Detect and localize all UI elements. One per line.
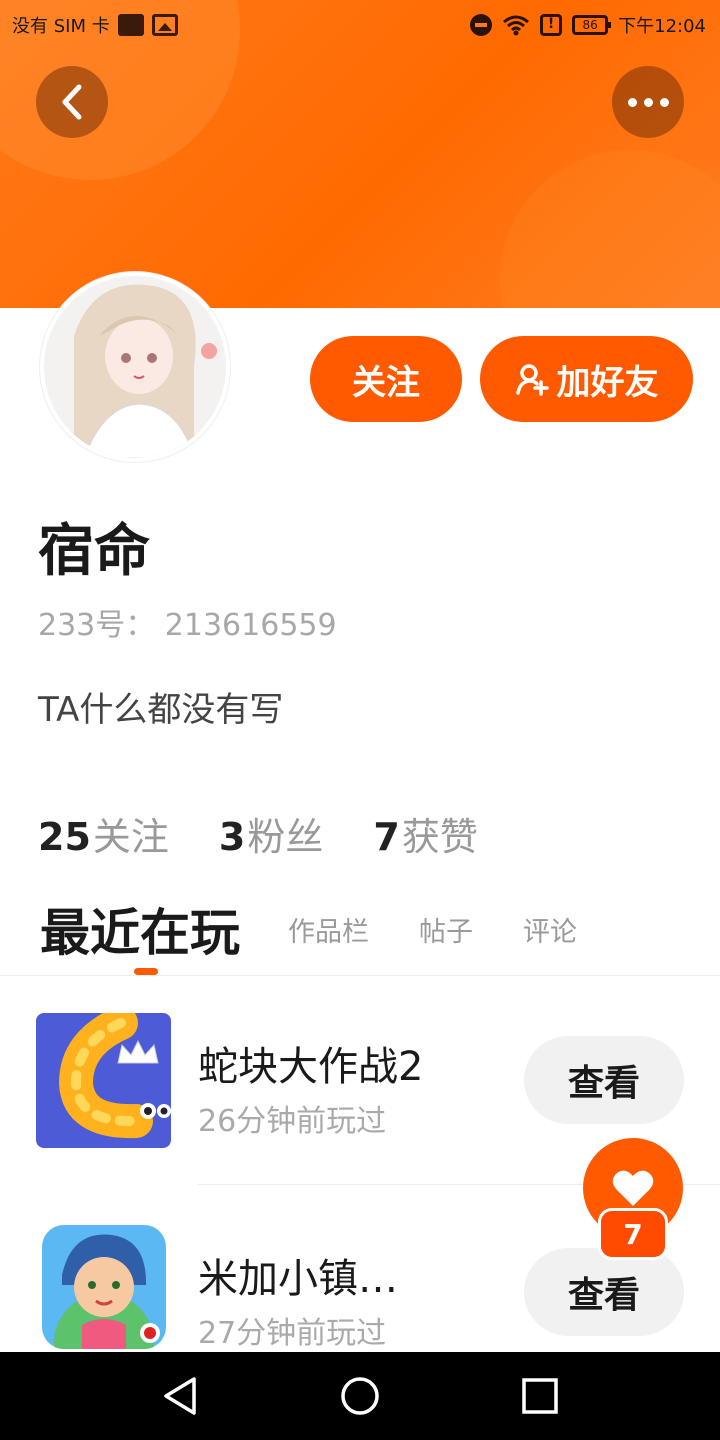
battery-icon: 86 — [572, 15, 612, 35]
status-bar: 没有 SIM 卡 ! 86 下午12:04 — [0, 0, 720, 50]
clock-text: 下午12:04 — [618, 16, 706, 37]
image-icon — [151, 14, 178, 36]
back-button[interactable] — [36, 66, 108, 138]
game-name[interactable]: 蛇块大作战2 — [198, 1034, 423, 1092]
add-friend-label: 加好友 — [556, 362, 659, 403]
miga-town-icon[interactable] — [42, 1225, 166, 1349]
game-time: 26分钟前玩过 — [198, 1104, 387, 1139]
wifi-icon — [503, 15, 530, 36]
active-tab-indicator — [134, 968, 158, 975]
view-button[interactable]: 查看 — [524, 1248, 684, 1336]
avatar[interactable] — [40, 272, 230, 462]
follow-label: 关注 — [352, 362, 420, 403]
back-triangle-icon[interactable] — [154, 1370, 206, 1422]
tabs-divider — [0, 975, 720, 976]
more-dots-icon — [627, 97, 669, 107]
user-bio: TA什么都没有写 — [38, 690, 284, 730]
view-button[interactable]: 查看 — [524, 1036, 684, 1124]
add-user-icon — [515, 364, 549, 396]
user-name: 宿命 — [38, 519, 150, 584]
dnd-icon — [470, 14, 493, 36]
game-name[interactable]: 米加小镇… — [198, 1246, 398, 1304]
tab-works[interactable]: 作品栏 — [288, 910, 369, 949]
tab-recent[interactable]: 最近在玩 — [40, 893, 240, 965]
carrier-text: 没有 SIM 卡 — [12, 16, 110, 37]
notification-square-icon — [117, 14, 144, 36]
stat-fans[interactable]: 3粉丝 — [219, 806, 323, 861]
alert-icon: ! — [540, 14, 563, 36]
user-id: 233号： 213616559 — [38, 608, 337, 643]
avatar-image — [44, 276, 226, 458]
chevron-left-icon — [62, 84, 82, 120]
stat-likes[interactable]: 7获赞 — [373, 806, 477, 861]
stat-following[interactable]: 25关注 — [38, 806, 169, 861]
system-nav-bar — [0, 1352, 720, 1440]
list-item[interactable]: 蛇块大作战2 26分钟前玩过 查看 — [0, 1010, 720, 1150]
snake-game-icon[interactable] — [36, 1013, 171, 1148]
game-time: 27分钟前玩过 — [198, 1316, 387, 1351]
follow-button[interactable]: 关注 — [310, 336, 462, 422]
like-count-badge: 7 — [598, 1208, 668, 1260]
more-button[interactable] — [612, 66, 684, 138]
heart-icon — [612, 1170, 654, 1206]
home-circle-icon[interactable] — [334, 1370, 386, 1422]
tab-posts[interactable]: 帖子 — [419, 910, 473, 949]
profile-header: 没有 SIM 卡 ! 86 下午12:04 — [0, 0, 720, 308]
profile-tabs: 最近在玩 作品栏 帖子 评论 — [40, 894, 720, 964]
stats-row: 25关注 3粉丝 7获赞 — [38, 806, 478, 861]
tab-comments[interactable]: 评论 — [523, 910, 577, 949]
header-decoration — [500, 150, 720, 308]
add-friend-button[interactable]: 加好友 — [480, 336, 693, 422]
recents-square-icon[interactable] — [514, 1370, 566, 1422]
